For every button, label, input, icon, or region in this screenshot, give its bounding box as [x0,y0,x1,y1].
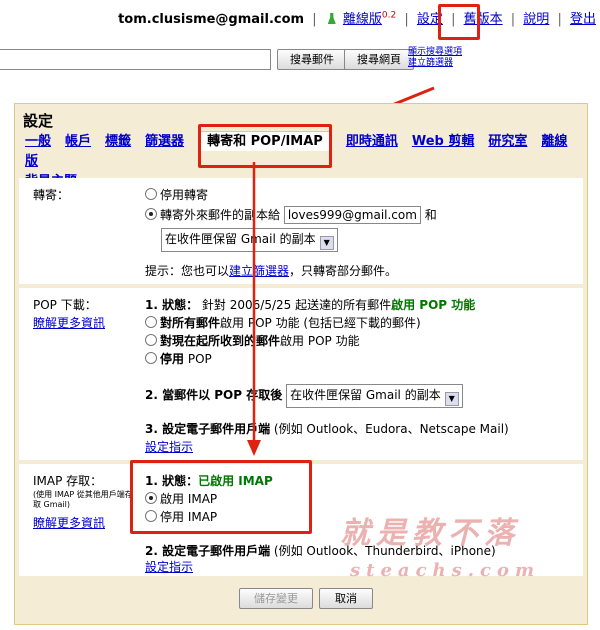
imap-status-highlight-box [130,460,312,534]
chevron-down-icon: ▼ [444,392,459,406]
pop-section: POP 下載： 瞭解更多資訊 1. 狀態： 針對 2006/5/25 起送達的所… [19,288,583,460]
tab-general[interactable]: 一般 [25,134,51,149]
pop-status-value: 啟用 POP 功能 [391,298,476,312]
search-row: 搜尋郵件 搜尋網頁 顯示搜尋選項 建立篩選器 [0,44,600,74]
account-email: tom.clusisme@gmail.com [118,12,305,27]
watermark-logo: 就是教不落 [340,516,520,551]
signout-link[interactable]: 登出 [570,12,596,27]
forward-disable-radio[interactable] [145,188,157,200]
settings-title: 設定 [23,112,54,130]
forward-disable-label: 停用轉寄 [160,188,209,202]
pop-now-radio[interactable] [145,334,157,346]
watermark-url: steachs.com [350,560,541,581]
pop-all-bold: 對所有郵件 [160,316,221,330]
search-mail-button[interactable]: 搜尋郵件 [277,49,347,70]
labs-flask-icon [327,13,336,24]
tab-labels[interactable]: 標籤 [105,134,131,149]
tab-labs[interactable]: 研究室 [488,134,527,149]
settings-highlight-box [438,4,480,40]
imap-client-label: 2. 設定電子郵件用戶端 [145,544,271,558]
pop-disable-bold: 停用 [160,352,185,366]
imap-setup-instructions-link[interactable]: 設定指示 [145,558,193,575]
pop-disable-rest: POP [187,352,212,366]
forward-enable-radio[interactable] [145,208,157,220]
top-bar: tom.clusisme@gmail.com | 離線版0.2 | 設定 | 舊… [118,10,596,27]
pop-status-prefix: 1. 狀態： [145,298,199,312]
forward-tip-prefix: 提示：您也可以 [145,264,230,278]
tab-web-clips[interactable]: Web 剪輯 [412,134,475,149]
search-web-button[interactable]: 搜尋網頁 [344,49,414,70]
pop-when-select[interactable]: 在收件匣保留 Gmail 的副本 ▼ [286,384,463,408]
pop-status-text: 針對 2006/5/25 起送達的所有郵件 [201,298,392,312]
forward-tip-suffix: ，只轉寄部分郵件。 [289,264,398,278]
save-changes-button[interactable]: 儲存變更 [239,588,313,609]
cancel-button[interactable]: 取消 [319,588,373,609]
search-small-links: 顯示搜尋選項 建立篩選器 [408,47,462,69]
pop-all-radio[interactable] [145,316,157,328]
pop-disable-radio[interactable] [145,352,157,364]
tab-accounts[interactable]: 帳戶 [65,134,91,149]
pop-setup-instructions-link[interactable]: 設定指示 [145,438,193,455]
tab-filters[interactable]: 篩選器 [145,134,184,149]
tab-chat[interactable]: 即時通訊 [346,134,398,149]
active-tab-highlight-box [198,124,332,168]
imap-sublabel: (使用 IMAP 從其他用戶端存取 Gmail) [33,490,133,509]
pop-client-examples: (例如 Outlook、Eudora、Netscape Mail) [273,422,509,436]
imap-label: IMAP 存取： [33,474,103,488]
forward-address-input[interactable]: loves999@gmail.com [283,206,421,224]
forward-and-label: 和 [424,208,437,222]
help-link[interactable]: 說明 [523,12,549,27]
offline-link[interactable]: 離線版 [343,12,382,27]
chevron-down-icon: ▼ [319,236,334,250]
pop-learn-more-link[interactable]: 瞭解更多資訊 [33,314,105,331]
offline-version: 0.2 [381,10,397,21]
create-filter-link[interactable]: 建立篩選器 [408,58,462,69]
pop-label: POP 下載： [33,298,97,312]
show-search-options-link[interactable]: 顯示搜尋選項 [408,47,462,58]
forwarding-label: 轉寄： [33,188,70,202]
arrow-to-imap [247,162,261,456]
pop-now-rest: 啟用 POP 功能 [280,334,360,348]
search-input[interactable] [0,49,271,70]
settings-footer: 儲存變更 取消 [19,582,583,622]
forwarding-section: 轉寄： 停用轉寄 轉寄外來郵件的副本給 loves999@gmail.com 和… [19,178,583,284]
imap-learn-more-link[interactable]: 瞭解更多資訊 [33,514,105,531]
